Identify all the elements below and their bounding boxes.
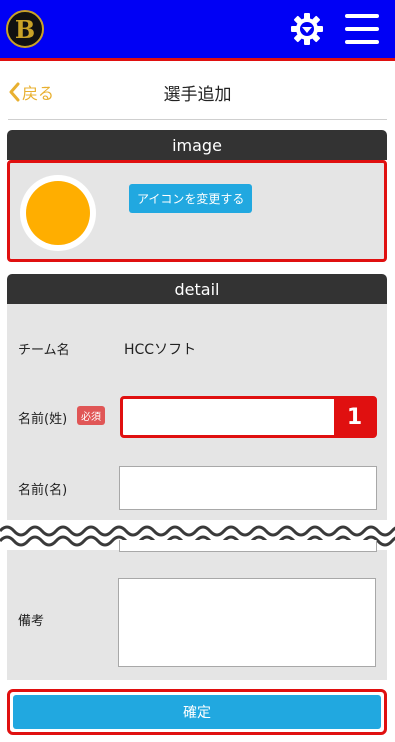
cut-input-fragment: [119, 540, 377, 552]
chevron-left-icon: [9, 82, 20, 102]
image-section-header: image: [7, 130, 387, 160]
team-name-value: HCCソフト: [124, 342, 197, 358]
avatar-circle: [26, 181, 90, 245]
first-name-input[interactable]: [119, 466, 377, 510]
divider: [8, 119, 387, 120]
image-panel: アイコンを変更する: [7, 160, 387, 262]
step-number-badge: 1: [334, 398, 375, 436]
team-name-label: チーム名: [18, 343, 70, 358]
menu-bar: [345, 27, 379, 31]
last-name-label: 名前(姓): [18, 412, 68, 427]
menu-bar: [345, 40, 379, 44]
logo-letter: B: [14, 14, 36, 44]
app-header: B: [0, 0, 395, 61]
change-icon-button[interactable]: アイコンを変更する: [129, 184, 253, 213]
confirm-button[interactable]: 確定: [13, 695, 381, 729]
back-label: 戻る: [22, 84, 55, 103]
avatar: [20, 175, 96, 251]
required-badge: 必須: [77, 406, 105, 425]
app-logo[interactable]: B: [6, 10, 44, 48]
back-link[interactable]: 戻る: [8, 80, 54, 104]
hamburger-menu-icon[interactable]: [345, 14, 379, 44]
first-name-label: 名前(名): [18, 483, 68, 498]
confirm-button-highlight: 確定: [7, 689, 387, 735]
notes-textarea[interactable]: [118, 578, 376, 667]
page-title: 選手追加: [163, 85, 232, 105]
menu-bar: [345, 14, 379, 18]
settings-gear-icon[interactable]: [290, 12, 324, 46]
detail-section-header: detail: [7, 274, 387, 304]
notes-label: 備考: [18, 614, 45, 629]
